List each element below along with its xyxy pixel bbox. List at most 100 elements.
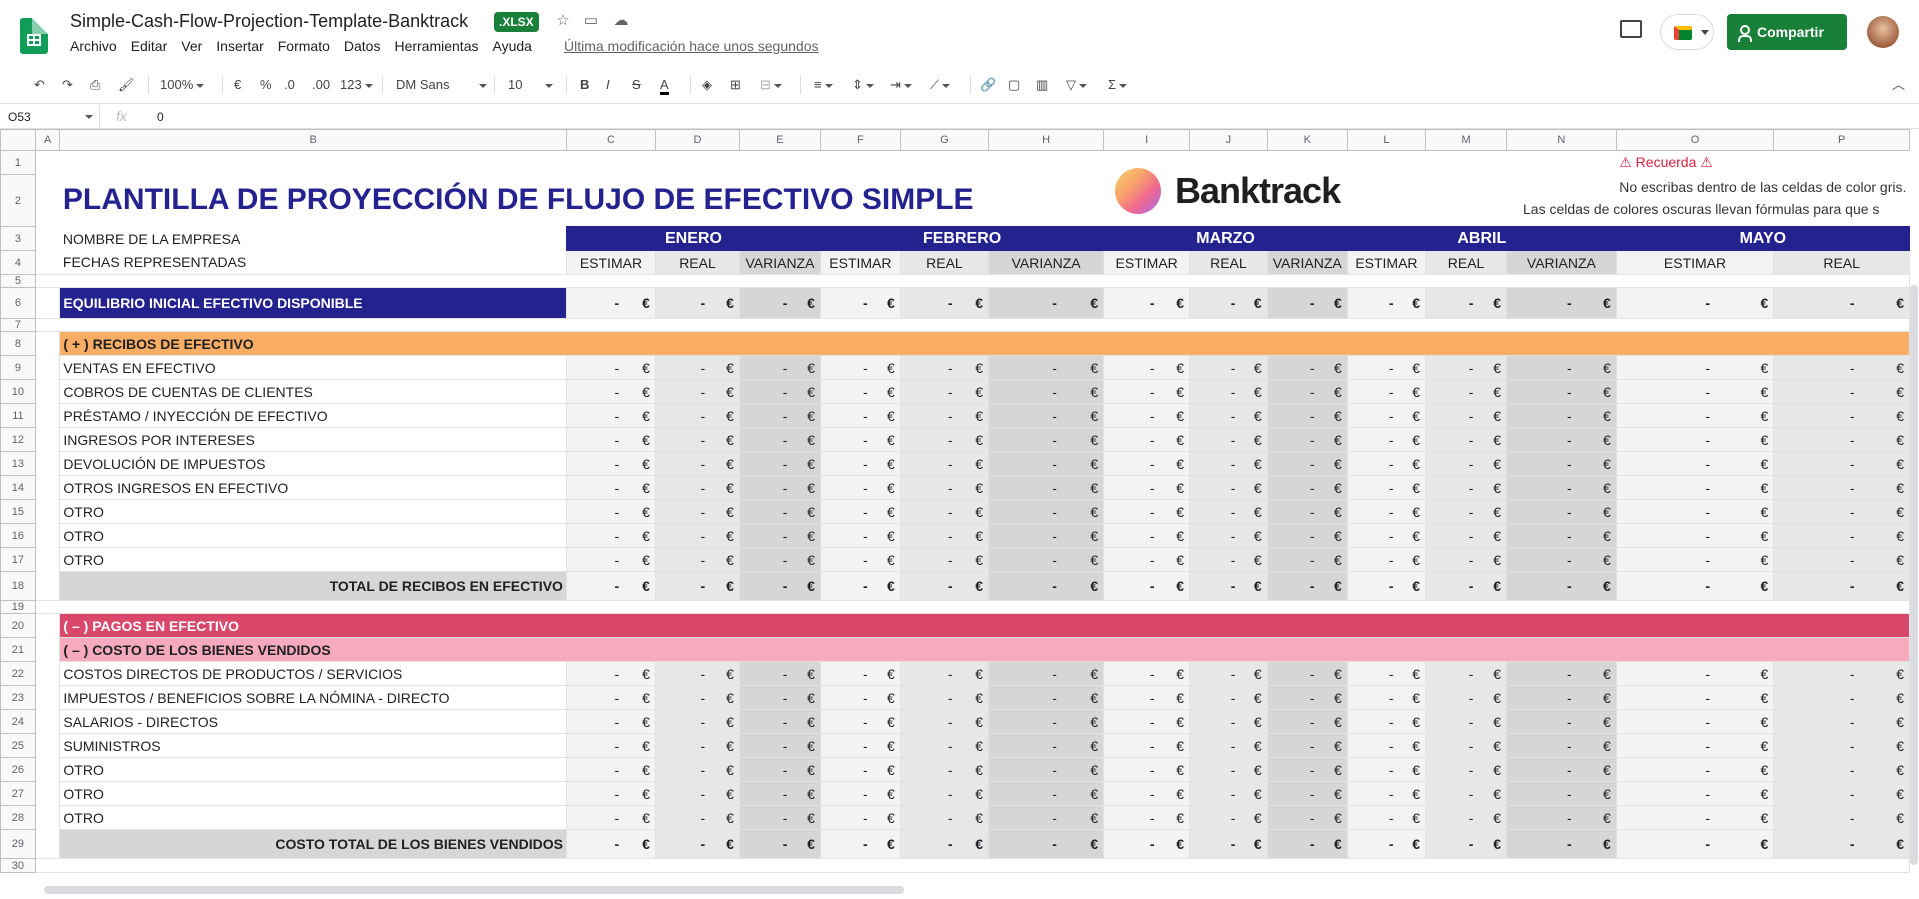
row-header[interactable]: 15 [0,499,36,524]
value-cell[interactable]: - € [1773,355,1910,380]
value-cell[interactable]: - € [1103,427,1191,452]
value-cell[interactable]: - € [1266,287,1348,319]
row-header[interactable]: 26 [0,757,36,782]
value-cell[interactable]: - € [565,451,656,476]
value-cell[interactable]: - € [1425,403,1508,428]
value-cell[interactable]: - € [1266,733,1348,758]
value-cell[interactable]: - € [1425,781,1508,806]
value-cell[interactable]: - € [1773,685,1910,710]
value-cell[interactable]: - € [819,781,901,806]
value-cell[interactable]: - € [987,829,1105,859]
value-cell[interactable]: - € [1425,355,1508,380]
value-cell[interactable]: - € [1346,499,1427,524]
col-header[interactable]: M [1425,129,1508,151]
move-folder-icon[interactable]: ▭ [582,12,600,30]
value-cell[interactable]: - € [1346,379,1427,404]
value-cell[interactable]: - € [899,709,990,734]
col-header[interactable]: I [1103,129,1191,151]
value-cell[interactable]: - € [987,451,1105,476]
col-header[interactable]: O [1615,129,1775,151]
value-cell[interactable]: - € [1189,709,1268,734]
row-header[interactable]: 11 [0,403,36,428]
value-cell[interactable]: - € [1346,403,1427,428]
name-box[interactable]: O53 [0,105,100,129]
value-cell[interactable]: - € [1615,829,1775,859]
value-cell[interactable]: - € [819,523,901,548]
value-cell[interactable]: - € [1773,523,1910,548]
value-cell[interactable]: - € [1266,355,1348,380]
value-cell[interactable]: - € [899,829,990,859]
value-cell[interactable]: - € [819,427,901,452]
value-cell[interactable]: - € [899,781,990,806]
value-cell[interactable]: - € [1425,451,1508,476]
value-cell[interactable]: - € [987,475,1105,500]
value-cell[interactable]: - € [987,403,1105,428]
value-cell[interactable]: - € [1266,829,1348,859]
value-cell[interactable]: - € [1615,571,1775,601]
cloud-status-icon[interactable]: ☁ [612,12,630,30]
value-cell[interactable]: - € [1103,287,1191,319]
comments-icon[interactable] [1620,20,1642,38]
col-header[interactable]: G [899,129,990,151]
value-cell[interactable]: - € [819,571,901,601]
col-header[interactable]: F [819,129,901,151]
value-cell[interactable]: - € [1266,571,1348,601]
value-cell[interactable]: - € [1266,709,1348,734]
value-cell[interactable]: - € [1103,661,1191,686]
value-cell[interactable]: - € [1506,427,1617,452]
avatar[interactable] [1867,16,1899,48]
value-cell[interactable]: - € [654,661,740,686]
value-cell[interactable]: - € [654,523,740,548]
value-cell[interactable]: - € [819,379,901,404]
font-select[interactable]: DM Sans [396,75,487,95]
value-cell[interactable]: - € [1773,757,1910,782]
value-cell[interactable]: - € [1773,709,1910,734]
value-cell[interactable]: - € [987,661,1105,686]
value-cell[interactable]: - € [1103,403,1191,428]
menu-insertar[interactable]: Insertar [216,38,263,54]
value-cell[interactable]: - € [1189,805,1268,830]
value-cell[interactable]: - € [987,733,1105,758]
row-header[interactable]: 13 [0,451,36,476]
row-header[interactable]: 17 [0,547,36,572]
value-cell[interactable]: - € [1346,523,1427,548]
filter-icon[interactable]: ▽ [1066,75,1087,95]
value-cell[interactable]: - € [654,685,740,710]
company-name-label[interactable]: NOMBRE DE LA EMPRESA [60,227,567,251]
last-modified-link[interactable]: Última modificación hace unos segundos [564,38,818,54]
value-cell[interactable]: - € [1615,685,1775,710]
value-cell[interactable]: - € [1506,829,1617,859]
value-cell[interactable]: - € [1266,685,1348,710]
value-cell[interactable]: - € [1425,427,1508,452]
value-cell[interactable]: - € [1103,523,1191,548]
value-cell[interactable]: - € [654,475,740,500]
value-cell[interactable]: - € [1189,379,1268,404]
print-icon[interactable]: ⎙ [90,75,100,95]
value-cell[interactable]: - € [1103,685,1191,710]
receipt-item-label[interactable]: OTROS INGRESOS EN EFECTIVO [59,475,567,500]
value-cell[interactable]: - € [1103,355,1191,380]
value-cell[interactable]: - € [1425,661,1508,686]
value-cell[interactable]: - € [1266,781,1348,806]
value-cell[interactable]: - € [738,685,821,710]
value-cell[interactable]: - € [1773,427,1910,452]
row-header[interactable]: 12 [0,427,36,452]
value-cell[interactable]: - € [738,403,821,428]
value-cell[interactable]: - € [654,547,740,572]
value-cell[interactable]: - € [819,661,901,686]
value-cell[interactable]: - € [899,661,990,686]
value-cell[interactable]: - € [899,355,990,380]
value-cell[interactable]: - € [1773,829,1910,859]
value-cell[interactable]: - € [1506,523,1617,548]
value-cell[interactable]: - € [1189,685,1268,710]
value-cell[interactable]: - € [654,733,740,758]
font-size-select[interactable]: 10 [508,75,553,95]
more-formats-select[interactable]: 123 [340,75,373,95]
value-cell[interactable]: - € [1266,427,1348,452]
value-cell[interactable]: - € [1266,379,1348,404]
value-cell[interactable]: - € [738,287,821,319]
row-header[interactable]: 4 [0,250,36,275]
value-cell[interactable]: - € [1346,805,1427,830]
value-cell[interactable]: - € [819,355,901,380]
value-cell[interactable]: - € [1189,661,1268,686]
